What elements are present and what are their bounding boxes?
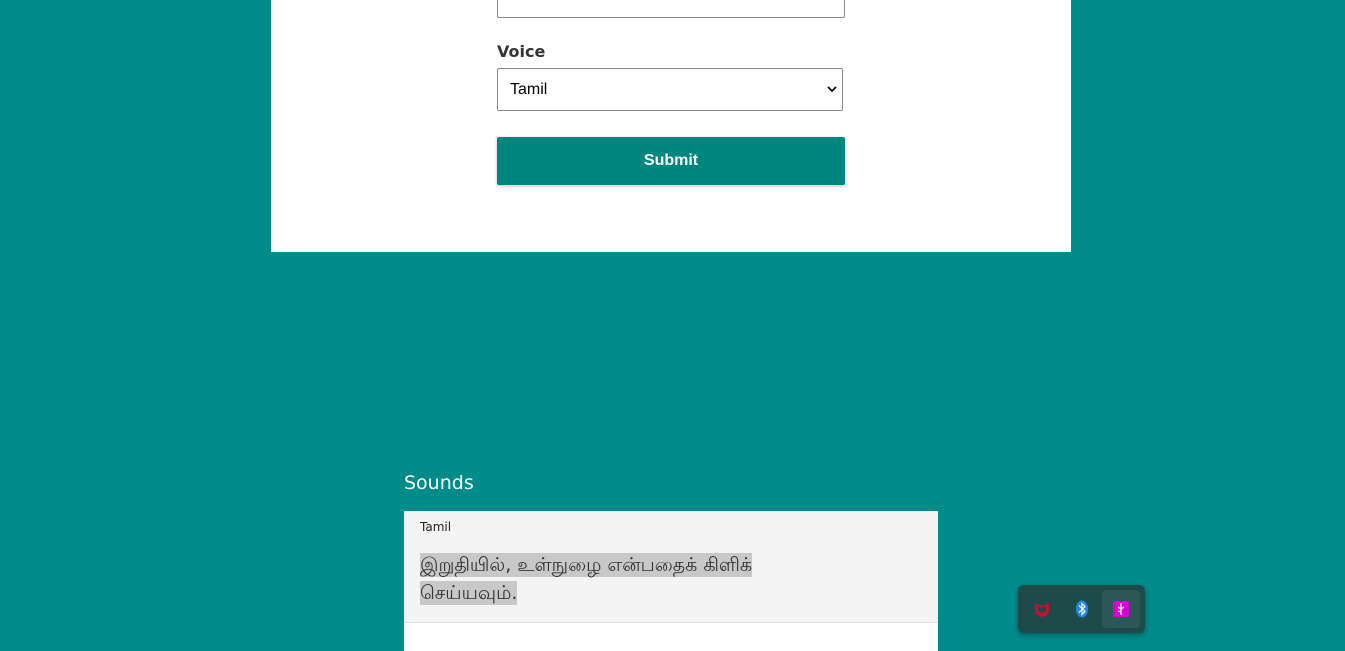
sound-text-highlight: இறுதியில், உள்நுழை என்பதைக் கிளிக் செய்ய… [420,553,753,605]
usb-glyph-icon [1113,601,1129,617]
text-input[interactable] [497,0,845,18]
submit-button[interactable]: Submit [497,137,845,185]
sound-language: Tamil [420,520,452,534]
sound-text: இறுதியில், உள்நுழை என்பதைக் கிளிக் செய்ய… [420,551,820,607]
sound-item[interactable]: Tamil இறுதியில், உள்நுழை என்பதைக் கிளிக்… [404,511,938,623]
usb-icon[interactable] [1102,590,1140,628]
sound-card: Tamil இறுதியில், உள்நுழை என்பதைக் கிளிக்… [404,511,938,651]
system-tray-popup [1018,585,1145,633]
voice-select-value: Tamil [510,81,548,98]
voice-select[interactable]: Tamil [497,68,843,111]
voice-label: Voice [497,42,546,61]
mcafee-icon[interactable] [1023,590,1061,628]
form-card: Voice Tamil Submit [271,0,1071,252]
mcafee-shield-icon [1035,603,1049,617]
chevron-down-icon [827,86,837,93]
bluetooth-icon[interactable] [1063,590,1101,628]
sounds-title: Sounds [404,472,474,494]
bluetooth-glyph-icon [1076,600,1088,618]
